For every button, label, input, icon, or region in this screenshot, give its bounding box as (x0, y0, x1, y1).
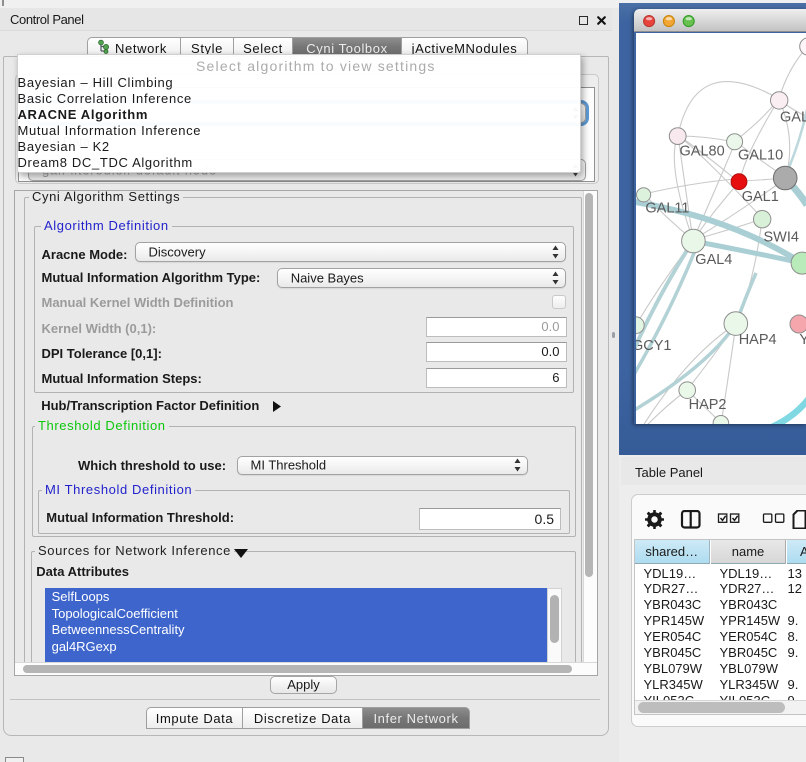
svg-text:GAL1: GAL1 (741, 188, 778, 204)
svg-text:GAL8: GAL8 (780, 109, 806, 125)
svg-text:GCY1: GCY1 (636, 338, 672, 354)
svg-text:SWI4: SWI4 (763, 229, 798, 245)
svg-text:Y: Y (799, 332, 806, 348)
svg-text:GAL4: GAL4 (695, 251, 732, 267)
svg-text:HAP2: HAP2 (688, 397, 726, 413)
svg-text:GAL10: GAL10 (738, 147, 783, 163)
svg-text:GAL80: GAL80 (679, 143, 724, 159)
svg-text:GAL11: GAL11 (645, 200, 689, 216)
svg-text:HAP4: HAP4 (738, 332, 776, 348)
